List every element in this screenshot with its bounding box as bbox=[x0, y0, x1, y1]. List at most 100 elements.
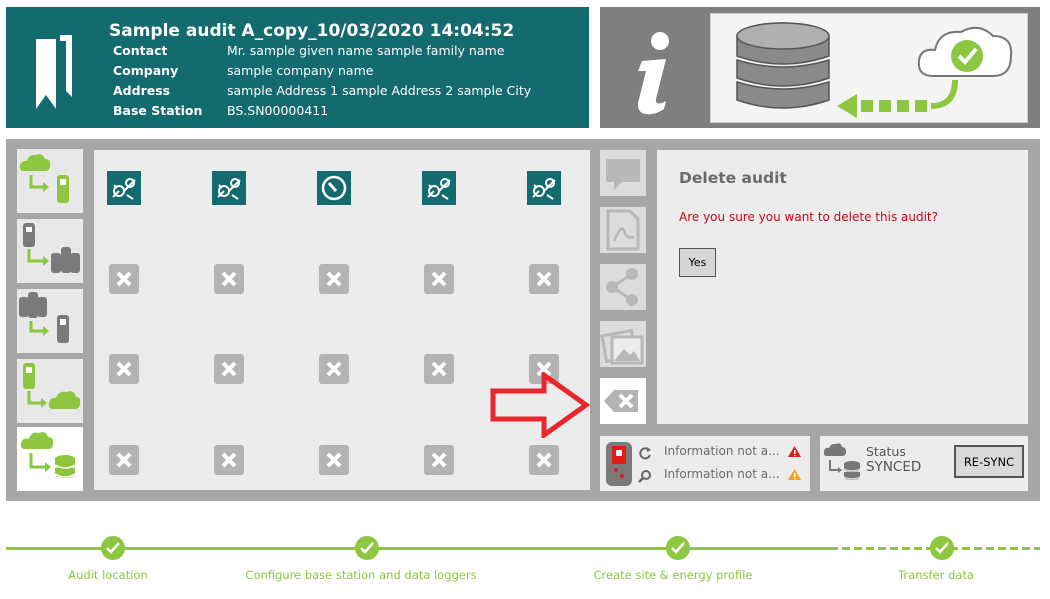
logger-to-cloud-icon bbox=[23, 363, 81, 409]
contact-row: Contact Mr. sample given name sample fami… bbox=[113, 43, 504, 58]
sensor-icon[interactable] bbox=[422, 171, 456, 205]
remove-button[interactable] bbox=[424, 264, 454, 294]
close-icon bbox=[221, 271, 237, 287]
info-line-1: Information not a... bbox=[664, 444, 780, 458]
company-value: sample company name bbox=[227, 63, 374, 78]
close-icon bbox=[326, 271, 342, 287]
address-value: sample Address 1 sample Address 2 sample… bbox=[227, 83, 532, 98]
step-transfer-data[interactable]: Transfer data bbox=[898, 568, 974, 582]
remove-button[interactable] bbox=[424, 354, 454, 384]
close-icon bbox=[326, 452, 342, 468]
gauge-icon[interactable] bbox=[317, 171, 351, 205]
cloud-to-database-icon bbox=[823, 443, 861, 480]
bookmark-icon bbox=[36, 35, 72, 109]
close-icon bbox=[431, 271, 447, 287]
cloud-to-database-icon bbox=[20, 432, 76, 478]
close-icon bbox=[221, 452, 237, 468]
remove-button[interactable] bbox=[109, 445, 139, 475]
database-cloud-icon bbox=[736, 22, 1013, 118]
warning-icon bbox=[788, 469, 801, 480]
remove-button[interactable] bbox=[319, 445, 349, 475]
remove-button[interactable] bbox=[319, 264, 349, 294]
pdf-button[interactable] bbox=[600, 207, 646, 253]
dialog-title: Delete audit bbox=[679, 169, 787, 187]
step-audit-location[interactable]: Audit location bbox=[68, 568, 147, 582]
sync-icon bbox=[639, 447, 651, 460]
close-icon bbox=[221, 361, 237, 377]
nav-devices-to-logger[interactable] bbox=[17, 289, 83, 353]
nav-logger-to-devices[interactable] bbox=[17, 219, 83, 283]
info-card bbox=[600, 7, 1040, 128]
delete-dialog: Delete audit Are you sure you want to de… bbox=[657, 150, 1028, 424]
close-icon bbox=[116, 361, 132, 377]
step-check-icon bbox=[666, 536, 690, 560]
device-grid bbox=[94, 150, 590, 490]
step-check-icon bbox=[101, 536, 125, 560]
audit-header: Sample audit A_copy_10/03/2020 14:04:52 … bbox=[6, 7, 589, 128]
address-label: Address bbox=[113, 83, 171, 98]
audit-title: Sample audit A_copy_10/03/2020 14:04:52 bbox=[109, 21, 515, 41]
close-icon bbox=[116, 271, 132, 287]
close-icon bbox=[536, 271, 552, 287]
close-icon bbox=[536, 452, 552, 468]
search-icon bbox=[638, 470, 651, 483]
company-row: Company sample company name bbox=[113, 63, 373, 78]
remove-button[interactable] bbox=[529, 264, 559, 294]
base-station-label: Base Station bbox=[113, 103, 203, 118]
logger-device-icon bbox=[606, 442, 632, 486]
sync-illustration bbox=[710, 13, 1028, 123]
close-icon bbox=[431, 452, 447, 468]
close-icon bbox=[326, 361, 342, 377]
delete-button[interactable] bbox=[600, 378, 646, 424]
yes-button[interactable]: Yes bbox=[679, 248, 716, 277]
sensor-icon[interactable] bbox=[527, 171, 561, 205]
dialog-message: Are you sure you want to delete this aud… bbox=[679, 210, 938, 224]
comment-icon bbox=[606, 159, 640, 190]
info-icon[interactable] bbox=[622, 29, 682, 119]
nav-cloud-to-logger[interactable] bbox=[17, 149, 83, 213]
step-check-icon bbox=[355, 536, 379, 560]
status-label: Status bbox=[866, 444, 906, 459]
image-button[interactable] bbox=[600, 321, 646, 367]
base-station-row: Base Station BS.SN00000411 bbox=[113, 103, 328, 118]
close-icon bbox=[431, 361, 447, 377]
address-row: Address sample Address 1 sample Address 2… bbox=[113, 83, 531, 98]
nav-cloud-to-database[interactable] bbox=[17, 427, 83, 491]
remove-button[interactable] bbox=[214, 445, 244, 475]
remove-button[interactable] bbox=[109, 354, 139, 384]
share-button[interactable] bbox=[600, 264, 646, 310]
company-label: Company bbox=[113, 63, 179, 78]
sync-status-panel: Status SYNCED RE-SYNC bbox=[820, 436, 1028, 491]
remove-button[interactable] bbox=[424, 445, 454, 475]
image-icon bbox=[600, 328, 644, 365]
remove-button[interactable] bbox=[319, 354, 349, 384]
progress-steps: Audit location Configure base station an… bbox=[0, 530, 1050, 599]
remove-button[interactable] bbox=[214, 264, 244, 294]
close-icon bbox=[116, 452, 132, 468]
remove-button[interactable] bbox=[214, 354, 244, 384]
resync-button[interactable]: RE-SYNC bbox=[954, 445, 1024, 478]
arrow-right-icon bbox=[490, 372, 590, 438]
sensor-icon[interactable] bbox=[212, 171, 246, 205]
contact-label: Contact bbox=[113, 43, 168, 58]
progress-line bbox=[6, 547, 830, 550]
remove-button[interactable] bbox=[529, 445, 559, 475]
remove-button[interactable] bbox=[109, 264, 139, 294]
devices-to-logger-icon bbox=[19, 292, 69, 343]
step-create-site-energy-profile[interactable]: Create site & energy profile bbox=[594, 568, 753, 582]
loggers-to-devices-icon bbox=[23, 223, 80, 273]
contact-value: Mr. sample given name sample family name bbox=[227, 43, 505, 58]
step-configure-base-station[interactable]: Configure base station and data loggers bbox=[245, 568, 476, 582]
sensor-icon[interactable] bbox=[107, 171, 141, 205]
comment-button[interactable] bbox=[600, 150, 646, 196]
share-icon bbox=[606, 268, 638, 306]
status-value: SYNCED bbox=[866, 459, 922, 475]
delete-icon bbox=[604, 390, 638, 412]
cloud-to-logger-icon bbox=[19, 154, 69, 203]
base-station-value: BS.SN00000411 bbox=[227, 103, 329, 118]
info-line-2: Information not a... bbox=[664, 467, 780, 481]
pdf-icon bbox=[606, 209, 640, 251]
error-icon bbox=[788, 446, 801, 457]
step-check-icon bbox=[930, 536, 954, 560]
nav-logger-to-cloud[interactable] bbox=[17, 359, 83, 423]
